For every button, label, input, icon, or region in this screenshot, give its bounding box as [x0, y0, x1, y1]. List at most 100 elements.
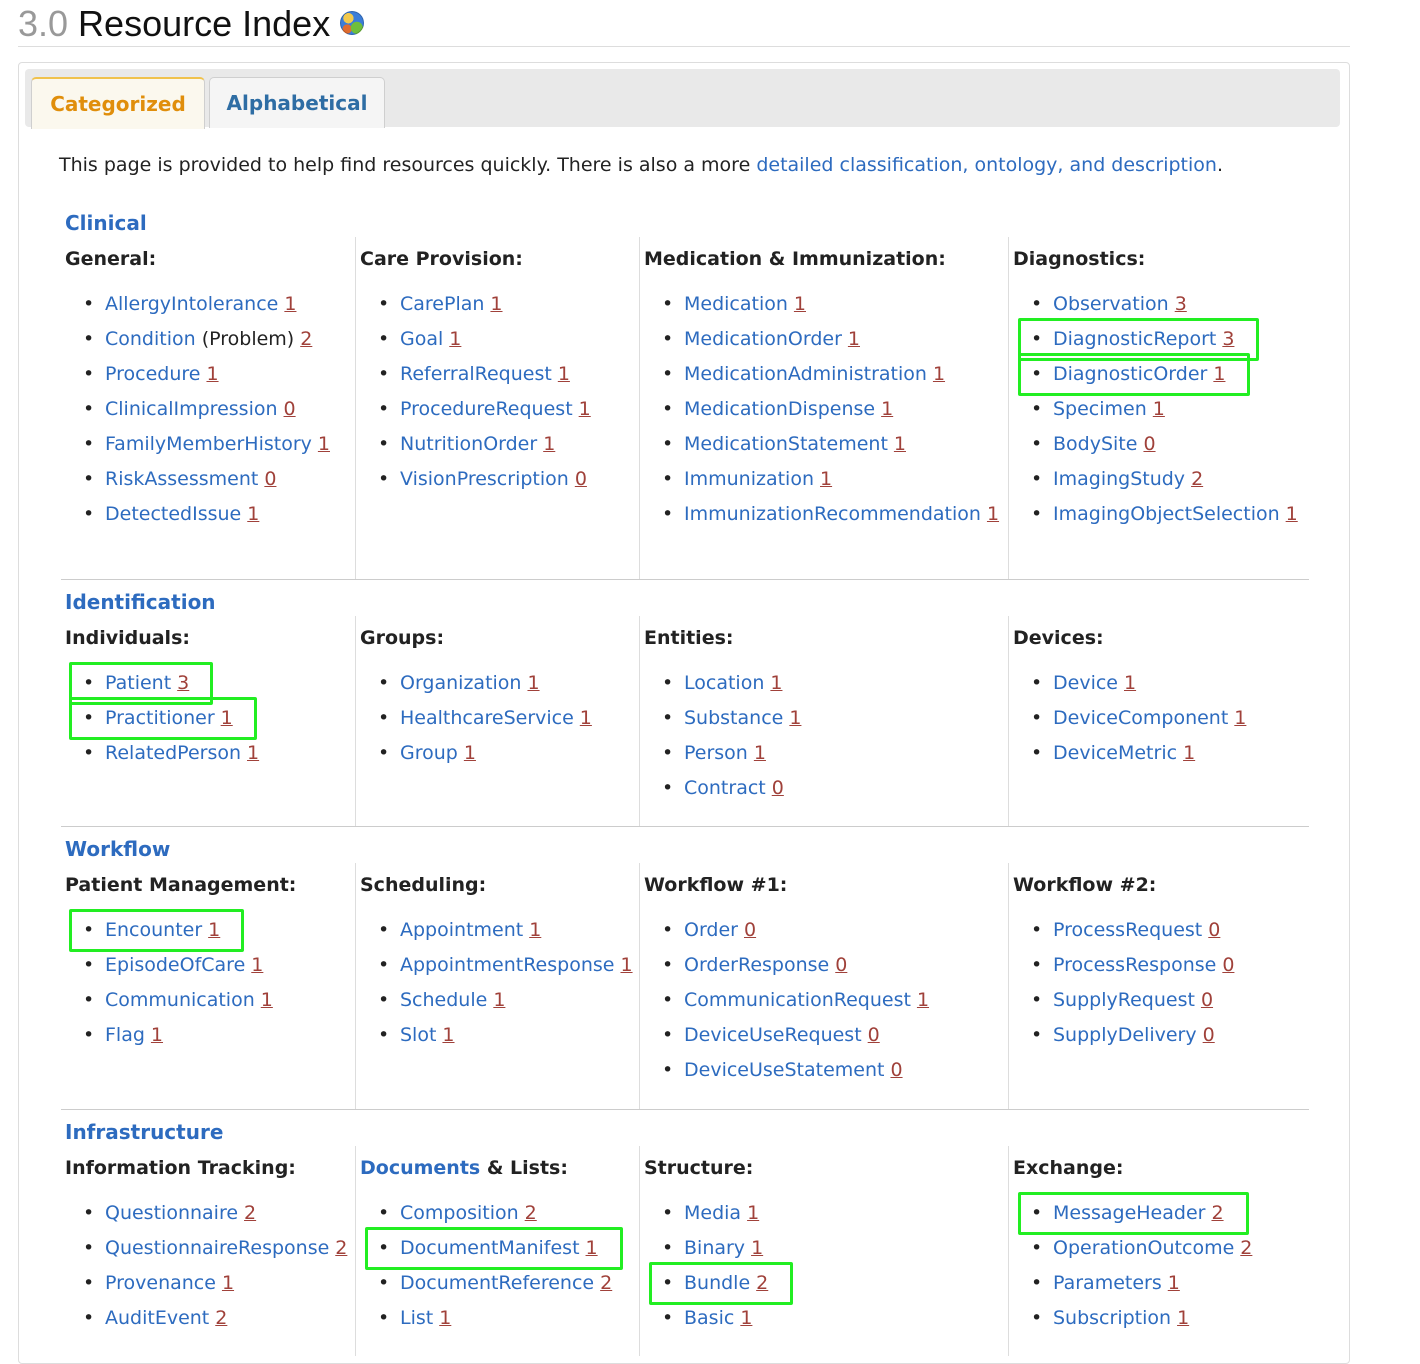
maturity-level[interactable]: 0	[772, 777, 784, 799]
resource-link[interactable]: OperationOutcome	[1053, 1237, 1234, 1259]
section-title[interactable]: Clinical	[65, 211, 147, 235]
maturity-level[interactable]: 1	[493, 989, 505, 1011]
resource-link[interactable]: ProcessRequest	[1053, 919, 1202, 941]
maturity-level[interactable]: 1	[206, 363, 218, 385]
maturity-level[interactable]: 1	[449, 328, 461, 350]
maturity-level[interactable]: 2	[215, 1307, 227, 1329]
resource-link[interactable]: SupplyDelivery	[1053, 1024, 1197, 1046]
maturity-level[interactable]: 1	[221, 707, 233, 729]
maturity-level[interactable]: 1	[247, 503, 259, 525]
maturity-level[interactable]: 1	[917, 989, 929, 1011]
maturity-level[interactable]: 2	[600, 1272, 612, 1294]
resource-link[interactable]: Composition	[400, 1202, 519, 1224]
category-heading-link[interactable]: Documents	[360, 1157, 480, 1179]
maturity-level[interactable]: 2	[1211, 1202, 1223, 1224]
resource-link[interactable]: DiagnosticReport	[1053, 328, 1216, 350]
maturity-level[interactable]: 1	[439, 1307, 451, 1329]
resource-link[interactable]: Media	[684, 1202, 741, 1224]
maturity-level[interactable]: 1	[1183, 742, 1195, 764]
maturity-level[interactable]: 1	[527, 672, 539, 694]
maturity-level[interactable]: 1	[820, 468, 832, 490]
resource-link[interactable]: Appointment	[400, 919, 523, 941]
maturity-level[interactable]: 1	[894, 433, 906, 455]
resource-link[interactable]: CommunicationRequest	[684, 989, 911, 1011]
maturity-level[interactable]: 1	[1286, 503, 1298, 525]
maturity-level[interactable]: 2	[1240, 1237, 1252, 1259]
resource-link[interactable]: AuditEvent	[105, 1307, 209, 1329]
resource-link[interactable]: FamilyMemberHistory	[105, 433, 312, 455]
resource-link[interactable]: MessageHeader	[1053, 1202, 1205, 1224]
resource-link[interactable]: Observation	[1053, 293, 1169, 315]
resource-link[interactable]: Location	[684, 672, 764, 694]
resource-link[interactable]: ImagingStudy	[1053, 468, 1185, 490]
maturity-level[interactable]: 0	[1201, 989, 1213, 1011]
resource-link[interactable]: MedicationAdministration	[684, 363, 927, 385]
resource-link[interactable]: Substance	[684, 707, 783, 729]
maturity-level[interactable]: 1	[247, 742, 259, 764]
maturity-level[interactable]: 1	[1153, 398, 1165, 420]
maturity-level[interactable]: 0	[284, 398, 296, 420]
maturity-level[interactable]: 3	[1175, 293, 1187, 315]
maturity-level[interactable]: 1	[222, 1272, 234, 1294]
resource-link[interactable]: Specimen	[1053, 398, 1147, 420]
maturity-level[interactable]: 2	[525, 1202, 537, 1224]
resource-link[interactable]: EpisodeOfCare	[105, 954, 245, 976]
resource-link[interactable]: DiagnosticOrder	[1053, 363, 1207, 385]
section-title[interactable]: Workflow	[65, 837, 170, 861]
tab-alphabetical[interactable]: Alphabetical	[209, 77, 385, 128]
resource-link[interactable]: MedicationDispense	[684, 398, 875, 420]
maturity-level[interactable]: 1	[580, 707, 592, 729]
resource-link[interactable]: NutritionOrder	[400, 433, 537, 455]
maturity-level[interactable]: 2	[756, 1272, 768, 1294]
maturity-level[interactable]: 1	[747, 1202, 759, 1224]
maturity-level[interactable]: 0	[575, 468, 587, 490]
resource-link[interactable]: Schedule	[400, 989, 487, 1011]
maturity-level[interactable]: 3	[1222, 328, 1234, 350]
resource-link[interactable]: Procedure	[105, 363, 200, 385]
maturity-level[interactable]: 1	[881, 398, 893, 420]
resource-link[interactable]: CarePlan	[400, 293, 484, 315]
resource-link[interactable]: Basic	[684, 1307, 734, 1329]
maturity-level[interactable]: 1	[543, 433, 555, 455]
maturity-level[interactable]: 2	[335, 1237, 347, 1259]
maturity-level[interactable]: 1	[251, 954, 263, 976]
section-title[interactable]: Identification	[65, 590, 216, 614]
resource-link[interactable]: Parameters	[1053, 1272, 1162, 1294]
resource-link[interactable]: VisionPrescription	[400, 468, 569, 490]
maturity-level[interactable]: 1	[848, 328, 860, 350]
classification-link[interactable]: detailed classification, ontology, and d…	[756, 154, 1217, 176]
resource-link[interactable]: SupplyRequest	[1053, 989, 1195, 1011]
maturity-level[interactable]: 1	[261, 989, 273, 1011]
globe-icon[interactable]	[340, 11, 365, 36]
resource-link[interactable]: AppointmentResponse	[400, 954, 614, 976]
resource-link[interactable]: DeviceUseRequest	[684, 1024, 862, 1046]
resource-link[interactable]: OrderResponse	[684, 954, 829, 976]
maturity-level[interactable]: 1	[558, 363, 570, 385]
maturity-level[interactable]: 1	[208, 919, 220, 941]
maturity-level[interactable]: 1	[770, 672, 782, 694]
maturity-level[interactable]: 0	[744, 919, 756, 941]
maturity-level[interactable]: 1	[1168, 1272, 1180, 1294]
resource-link[interactable]: HealthcareService	[400, 707, 574, 729]
maturity-level[interactable]: 1	[794, 293, 806, 315]
resource-link[interactable]: Contract	[684, 777, 766, 799]
maturity-level[interactable]: 0	[868, 1024, 880, 1046]
resource-link[interactable]: Encounter	[105, 919, 202, 941]
resource-link[interactable]: BodySite	[1053, 433, 1137, 455]
resource-link[interactable]: Practitioner	[105, 707, 215, 729]
maturity-level[interactable]: 1	[754, 742, 766, 764]
resource-link[interactable]: Group	[400, 742, 458, 764]
resource-link[interactable]: Order	[684, 919, 738, 941]
maturity-level[interactable]: 0	[1203, 1024, 1215, 1046]
resource-link[interactable]: Condition	[105, 328, 196, 350]
resource-link[interactable]: Goal	[400, 328, 443, 350]
maturity-level[interactable]: 2	[300, 328, 312, 350]
maturity-level[interactable]: 1	[586, 1237, 598, 1259]
resource-link[interactable]: Bundle	[684, 1272, 750, 1294]
resource-link[interactable]: Patient	[105, 672, 171, 694]
resource-link[interactable]: DetectedIssue	[105, 503, 241, 525]
maturity-level[interactable]: 0	[1208, 919, 1220, 941]
resource-link[interactable]: Slot	[400, 1024, 436, 1046]
maturity-level[interactable]: 1	[318, 433, 330, 455]
maturity-level[interactable]: 1	[751, 1237, 763, 1259]
